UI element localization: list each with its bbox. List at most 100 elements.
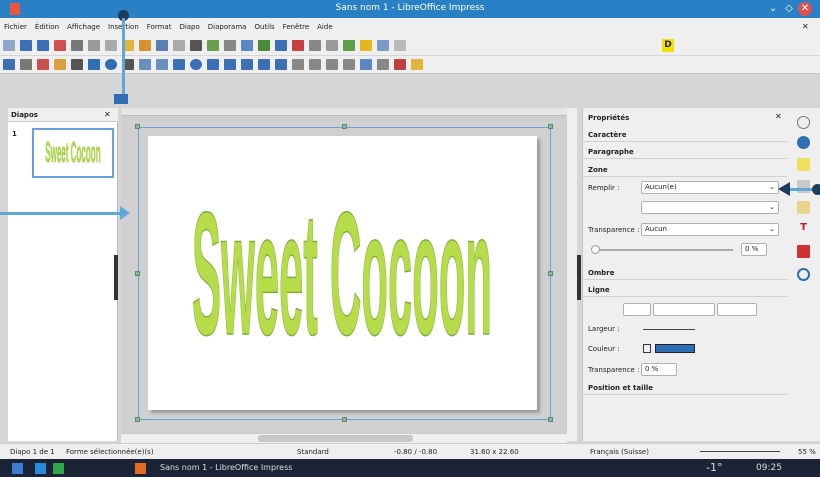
section-caractere[interactable]: Caractère	[583, 128, 788, 142]
styles-icon[interactable]	[797, 180, 810, 193]
zoom-slider[interactable]	[700, 451, 780, 452]
draw-functions-icon[interactable]: D	[662, 39, 674, 52]
resize-handle[interactable]	[342, 417, 347, 422]
find-icon[interactable]	[190, 40, 202, 51]
start-menu-icon[interactable]	[12, 463, 23, 474]
shadow-icon[interactable]	[360, 59, 372, 70]
ligne-transparence-field[interactable]: 0 %	[641, 363, 677, 376]
resize-handle[interactable]	[548, 124, 553, 129]
stars-icon[interactable]	[258, 59, 270, 70]
line-icon[interactable]	[71, 59, 83, 70]
arrange-icon[interactable]	[326, 59, 338, 70]
gallery-icon[interactable]	[360, 40, 372, 51]
section-position-taille[interactable]: Position et taille	[583, 381, 788, 395]
callouts-icon[interactable]	[241, 59, 253, 70]
section-ombre[interactable]: Ombre	[583, 266, 788, 280]
fill-secondary-select[interactable]: ⌄	[641, 201, 779, 214]
slide-transition-icon[interactable]	[797, 158, 810, 171]
align-icon[interactable]	[309, 59, 321, 70]
remplir-select[interactable]: Aucun(e) ⌄	[641, 181, 779, 194]
flowchart-icon[interactable]	[224, 59, 236, 70]
block-arrows-icon[interactable]	[207, 59, 219, 70]
section-zone[interactable]: Zone	[583, 163, 788, 177]
horizontal-scrollbar[interactable]	[121, 433, 567, 443]
distribute-icon[interactable]	[343, 59, 355, 70]
open-icon[interactable]	[20, 40, 32, 51]
curve-icon[interactable]	[139, 59, 151, 70]
rotate-icon[interactable]	[292, 59, 304, 70]
calc-launcher-icon[interactable]	[53, 463, 64, 474]
task-title[interactable]: Sans nom 1 - LibreOffice Impress	[160, 459, 292, 477]
fontwork-icon[interactable]	[343, 40, 355, 51]
menu-affichage[interactable]: Affichage	[63, 18, 104, 37]
textbox-icon[interactable]	[309, 40, 321, 51]
ellipse-icon[interactable]	[105, 59, 117, 70]
fontwork-t-icon[interactable]: T	[797, 222, 810, 235]
menu-format[interactable]: Format	[143, 18, 176, 37]
resize-handle[interactable]	[548, 271, 553, 276]
zoom-icon[interactable]	[20, 59, 32, 70]
media-icon[interactable]	[292, 40, 304, 51]
select-icon[interactable]	[3, 59, 15, 70]
resize-handle[interactable]	[135, 124, 140, 129]
properties-icon[interactable]	[797, 136, 810, 149]
connector-icon[interactable]	[156, 59, 168, 70]
toggle-extrusion-icon[interactable]	[394, 59, 406, 70]
resize-handle[interactable]	[135, 417, 140, 422]
special-char-icon[interactable]	[326, 40, 338, 51]
menu-diapo[interactable]: Diapo	[175, 18, 203, 37]
rectangle-icon[interactable]	[88, 59, 100, 70]
spelling-icon[interactable]	[207, 40, 219, 51]
symbol-shapes-icon[interactable]	[190, 59, 202, 70]
writer-launcher-icon[interactable]	[35, 463, 46, 474]
grid-icon[interactable]	[224, 40, 236, 51]
copy-icon[interactable]	[105, 40, 117, 51]
menu-diaporama[interactable]: Diaporama	[204, 18, 251, 37]
line-color-swatch[interactable]	[655, 344, 695, 353]
chart-icon[interactable]	[275, 40, 287, 51]
redo-icon[interactable]	[173, 40, 185, 51]
menu-edition[interactable]: Édition	[31, 18, 63, 37]
close-panel-icon[interactable]: ✕	[104, 110, 111, 119]
image-icon[interactable]	[258, 40, 270, 51]
line-color-icon[interactable]	[37, 59, 49, 70]
new-icon[interactable]	[3, 40, 15, 51]
transparency-slider[interactable]	[593, 249, 733, 251]
table-icon[interactable]	[241, 40, 253, 51]
maximize-icon[interactable]: ◇	[782, 2, 796, 16]
clone-icon[interactable]	[139, 40, 151, 51]
master-slides-icon[interactable]	[797, 201, 810, 214]
display-icon[interactable]	[377, 40, 389, 51]
panel-collapse-handle[interactable]	[114, 255, 118, 300]
navigator-icon[interactable]	[797, 268, 810, 281]
slide-icon[interactable]	[394, 40, 406, 51]
line-start-arrow-select[interactable]	[623, 303, 651, 316]
horizontal-scroll-thumb[interactable]	[258, 435, 413, 442]
save-icon[interactable]	[37, 40, 49, 51]
section-ligne[interactable]: Ligne	[583, 283, 788, 297]
print-icon[interactable]	[71, 40, 83, 51]
sidebar-collapse-handle[interactable]	[577, 255, 581, 300]
3d-objects-icon[interactable]	[275, 59, 287, 70]
menu-aide[interactable]: Aide	[313, 18, 336, 37]
menu-outils[interactable]: Outils	[250, 18, 278, 37]
transparency-percent-field[interactable]: 0 %	[741, 243, 767, 256]
minimize-icon[interactable]: ⌄	[766, 2, 780, 16]
menu-fichier[interactable]: Fichier	[0, 18, 31, 37]
close-document-icon[interactable]: ✕	[802, 22, 809, 31]
zone-transparence-select[interactable]: Aucun ⌄	[641, 223, 779, 236]
close-icon[interactable]: ✕	[798, 2, 812, 16]
cut-icon[interactable]	[88, 40, 100, 51]
settings-icon[interactable]	[797, 116, 810, 129]
slide-thumbnail[interactable]: Sweet Cocoon	[32, 128, 114, 178]
undo-icon[interactable]	[156, 40, 168, 51]
section-paragraphe[interactable]: Paragraphe	[583, 145, 788, 159]
resize-handle[interactable]	[135, 271, 140, 276]
fill-color-icon[interactable]	[54, 59, 66, 70]
menu-fenetre[interactable]: Fenêtre	[279, 18, 313, 37]
resize-handle[interactable]	[548, 417, 553, 422]
gallery-icon[interactable]	[797, 245, 810, 258]
slider-thumb[interactable]	[591, 245, 600, 254]
fontwork-gallery-icon[interactable]	[411, 59, 423, 70]
crop-icon[interactable]	[377, 59, 389, 70]
